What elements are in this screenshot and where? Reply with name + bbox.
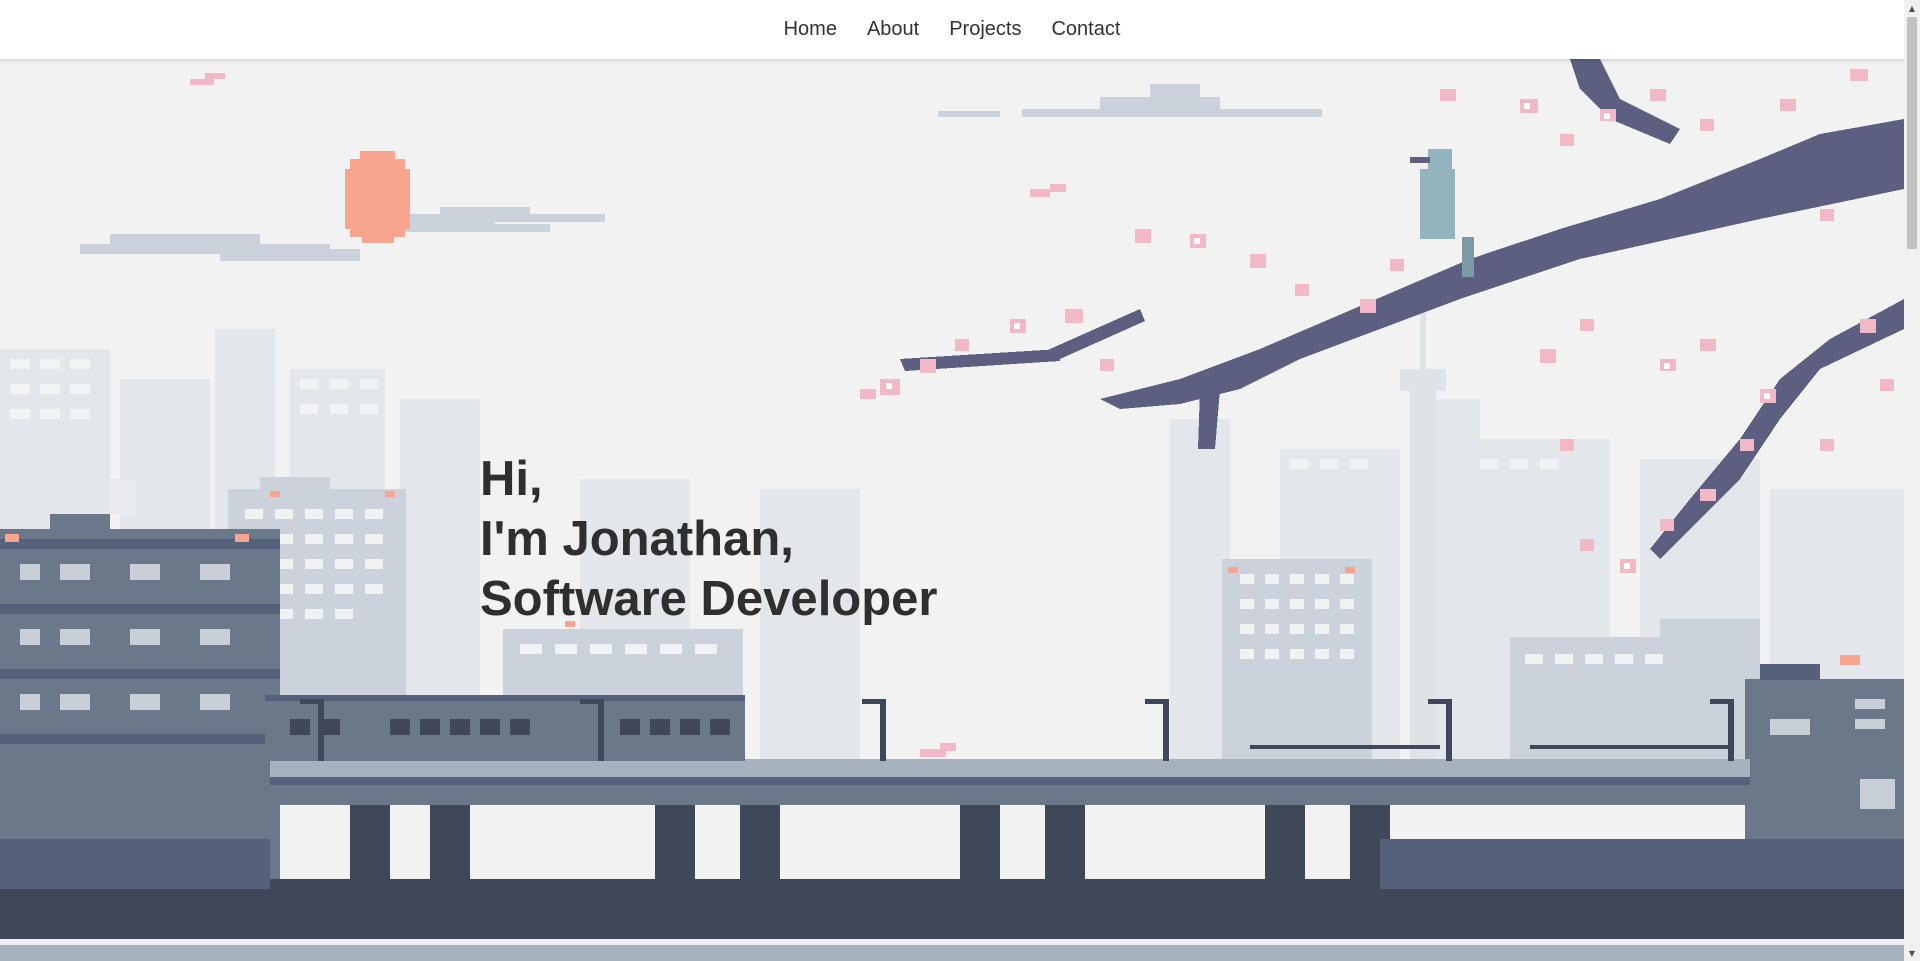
hero-role: Software Developer: [480, 572, 938, 626]
hero-section: Hi, I'm Jonathan, Software Developer: [0, 59, 1904, 961]
page-scrollbar[interactable]: ▲ ▼: [1904, 0, 1920, 961]
nav-link-projects[interactable]: Projects: [949, 18, 1021, 40]
top-navbar: Home About Projects Contact: [0, 0, 1904, 59]
scrollbar-thumb[interactable]: [1907, 17, 1917, 249]
nav-list: Home About Projects Contact: [784, 18, 1121, 41]
hero-background-illustration: [0, 59, 1904, 961]
nav-link-about[interactable]: About: [867, 18, 919, 40]
hero-name: I'm Jonathan,: [480, 512, 794, 566]
nav-link-home[interactable]: Home: [784, 18, 837, 40]
triangle-down-icon[interactable]: ▼: [1904, 945, 1920, 961]
sun: [345, 151, 410, 243]
hero-greeting: Hi,: [480, 452, 543, 506]
nav-link-contact[interactable]: Contact: [1051, 18, 1120, 40]
triangle-up-icon[interactable]: ▲: [1904, 0, 1920, 16]
train: [265, 695, 745, 761]
hero-heading: Hi, I'm Jonathan, Software Developer: [480, 449, 938, 629]
